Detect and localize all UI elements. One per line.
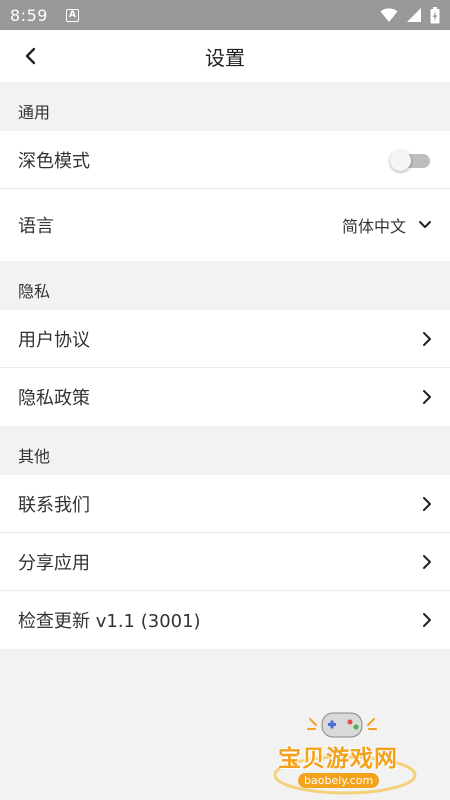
dark-mode-label: 深色模式 (18, 150, 90, 172)
section-header-other: 其他 (0, 426, 450, 475)
language-value: 简体中文 (341, 217, 406, 236)
dark-mode-row: 深色模式 (0, 131, 450, 189)
toggle-thumb (390, 149, 411, 171)
watermark-text: 宝贝游戏网 (278, 746, 398, 772)
chevron-right-icon (423, 613, 431, 627)
language-selector[interactable]: 简体中文 (342, 213, 432, 237)
status-bar: 8:59 A (0, 0, 450, 30)
language-label: 语言 (18, 216, 54, 237)
privacy-policy-row[interactable]: 隐私政策 (0, 368, 450, 426)
contact-us-row[interactable]: 联系我们 (0, 475, 450, 533)
dark-mode-toggle[interactable] (390, 149, 430, 171)
language-row[interactable]: 语言 简体中文 (0, 189, 450, 261)
check-update-label: 检查更新 v1.1 (3001) (18, 611, 201, 632)
chevron-down-icon (419, 221, 431, 228)
empty-area: 宝贝游戏网 baobeiy.com (0, 649, 450, 800)
user-agreement-label: 用户协议 (18, 329, 90, 351)
chevron-left-icon (25, 47, 36, 65)
status-time: 8:59 (10, 5, 48, 25)
watermark-url: baobeiy.com (298, 773, 380, 788)
chevron-right-icon (423, 496, 431, 511)
section-header-privacy: 隐私 (0, 261, 450, 310)
gamepad-icon (273, 712, 417, 795)
chevron-right-icon (423, 390, 431, 404)
share-app-row[interactable]: 分享应用 (0, 533, 450, 591)
page-title: 设置 (205, 45, 245, 70)
status-icons (380, 0, 440, 30)
share-app-label: 分享应用 (18, 552, 90, 574)
wifi-icon (380, 8, 398, 22)
chevron-right-icon (423, 554, 431, 569)
signal-icon (407, 8, 421, 22)
privacy-policy-label: 隐私政策 (18, 388, 90, 409)
contact-us-label: 联系我们 (18, 494, 90, 516)
check-update-row[interactable]: 检查更新 v1.1 (3001) (0, 591, 450, 649)
battery-icon (430, 6, 440, 23)
notification-icon: A (65, 8, 79, 22)
chevron-right-icon (423, 331, 431, 346)
back-button[interactable] (18, 44, 42, 68)
section-header-general: 通用 (0, 82, 450, 131)
app-header: 设置 (0, 30, 450, 82)
user-agreement-row[interactable]: 用户协议 (0, 310, 450, 368)
watermark-logo: 宝贝游戏网 baobeiy.com (270, 711, 420, 797)
